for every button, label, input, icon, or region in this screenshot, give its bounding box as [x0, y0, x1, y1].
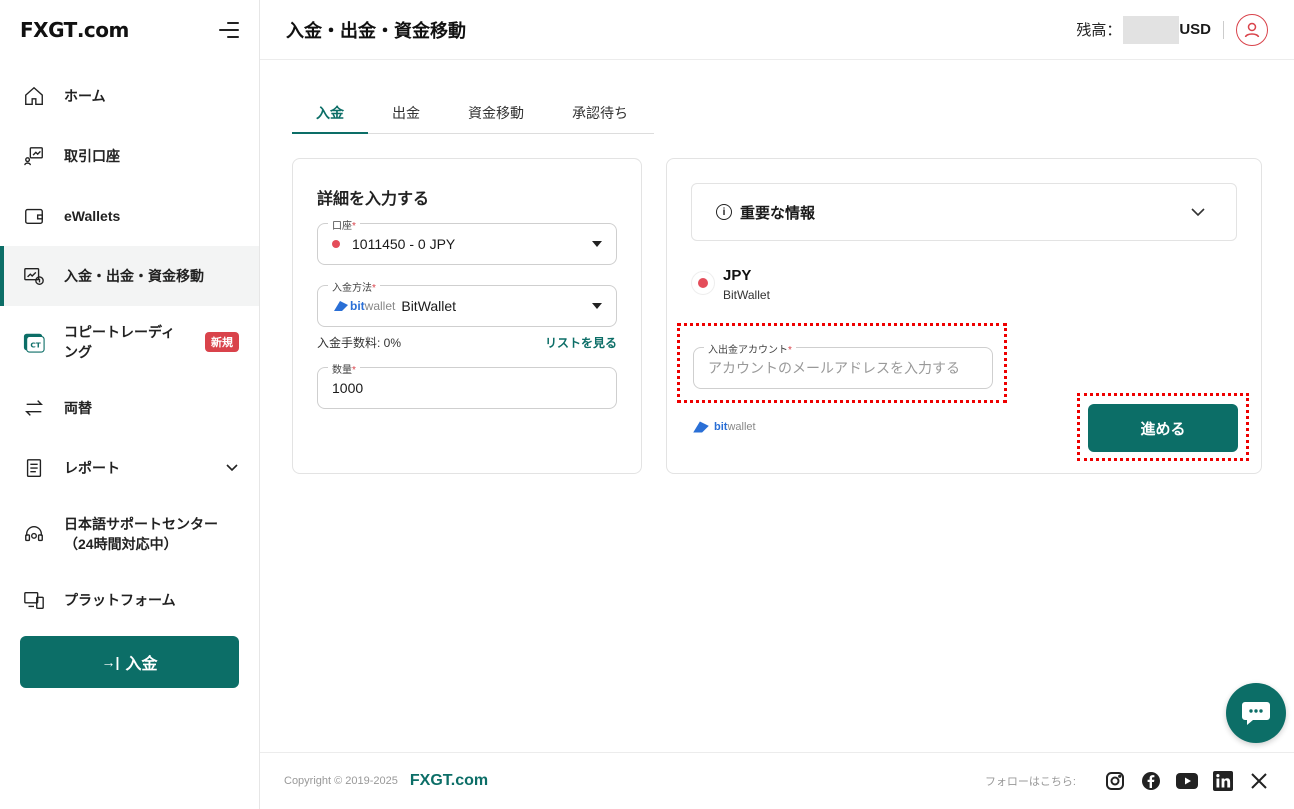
account-field-highlight: 入出金アカウント* — [677, 323, 1007, 403]
platform-icon — [22, 588, 46, 612]
currency-method: BitWallet — [723, 288, 770, 302]
sidebar-deposit-button[interactable]: →| 入金 — [20, 636, 239, 688]
chevron-down-icon[interactable] — [225, 460, 239, 477]
bitwallet-logo-icon — [693, 421, 709, 433]
chat-support-button[interactable] — [1226, 683, 1286, 743]
chat-bubble-icon — [1242, 702, 1270, 725]
balance-currency: USD — [1179, 21, 1211, 38]
fee-row: 入金手数料: 0% リストを見る — [317, 334, 617, 351]
sidebar-item-platform[interactable]: プラットフォーム — [0, 570, 259, 630]
menu-toggle-icon[interactable] — [219, 21, 239, 39]
sidebar-item-exchange[interactable]: 両替 — [0, 378, 259, 438]
social-links: フォローはこちら: — [985, 770, 1270, 792]
sidebar: FXGT.com ホーム 取引口座 eWallets 入金・出金・資金移動 CT… — [0, 0, 260, 809]
chevron-down-icon — [1190, 204, 1206, 225]
balance-value-masked — [1123, 15, 1180, 44]
svg-text:CT: CT — [30, 341, 40, 350]
new-badge: 新規 — [205, 332, 239, 352]
account-email-field[interactable]: 入出金アカウント* — [693, 341, 993, 389]
facebook-icon[interactable] — [1140, 770, 1162, 792]
trading-account-icon — [22, 144, 46, 168]
headset-icon — [22, 522, 46, 546]
copy-trading-icon: CT — [22, 330, 46, 354]
funds-icon — [22, 264, 46, 288]
sidebar-item-copy-trading[interactable]: CT コピートレーディ ング 新規 — [0, 306, 259, 378]
caret-down-icon — [592, 303, 602, 309]
linkedin-icon[interactable] — [1212, 770, 1234, 792]
fxgt-logo[interactable]: FXGT.com — [20, 18, 129, 42]
footer: Copyright © 2019-2025 FXGT.com フォローはこちら: — [260, 752, 1294, 809]
bitwallet-logo-icon: bit wallet — [332, 299, 395, 313]
sidebar-item-trading-account[interactable]: 取引口座 — [0, 126, 259, 186]
currency-dot-icon — [691, 271, 715, 295]
footer-brand-link[interactable]: FXGT.com — [410, 772, 488, 790]
header-right: 残高： USD — [1076, 13, 1268, 46]
exchange-icon — [22, 396, 46, 420]
info-icon: i — [716, 204, 732, 220]
instagram-icon[interactable] — [1104, 770, 1126, 792]
page-title: 入金・出金・資金移動 — [286, 20, 466, 41]
payment-method-select[interactable]: 入金方法* bit wallet BitWallet — [317, 279, 617, 327]
balance-label: 残高： — [1076, 22, 1122, 39]
funds-tabs: 入金 出金 資金移動 承認待ち — [292, 92, 654, 134]
copyright: Copyright © 2019-2025 FXGT.com — [284, 772, 489, 790]
top-header: 入金・出金・資金移動 残高： USD — [260, 0, 1294, 60]
proceed-button-highlight: 進める — [1077, 393, 1249, 461]
tab-withdraw[interactable]: 出金 — [368, 92, 444, 133]
youtube-icon[interactable] — [1176, 770, 1198, 792]
tab-deposit[interactable]: 入金 — [292, 92, 368, 134]
sidebar-item-report[interactable]: レポート — [0, 438, 259, 498]
fee-text: 入金手数料: 0% — [317, 336, 402, 350]
account-status-dot — [332, 240, 340, 248]
wallet-icon — [22, 204, 46, 228]
header-divider — [1223, 20, 1224, 39]
bitwallet-footer-logo: bit wallet — [691, 419, 756, 435]
x-icon[interactable] — [1248, 770, 1270, 792]
deposit-summary-card: i 重要な情報 JPY BitWallet 入出金アカウント* bitwalle… — [666, 158, 1262, 474]
sidebar-nav: ホーム 取引口座 eWallets 入金・出金・資金移動 CT コピートレーディ… — [0, 66, 259, 630]
important-info-accordion[interactable]: i 重要な情報 — [691, 183, 1237, 241]
deposit-details-card: 詳細を入力する 口座* 1011450 - 0 JPY 入金方法* bit wal… — [292, 158, 642, 474]
sidebar-item-ewallets[interactable]: eWallets — [0, 186, 259, 246]
sidebar-item-funds[interactable]: 入金・出金・資金移動 — [0, 246, 259, 306]
currency-code: JPY — [723, 267, 752, 284]
amount-field[interactable]: 数量* 1000 — [317, 361, 617, 409]
report-icon — [22, 456, 46, 480]
sidebar-item-home[interactable]: ホーム — [0, 66, 259, 126]
view-list-link[interactable]: リストを見る — [545, 334, 617, 351]
form-title: 詳細を入力する — [317, 191, 430, 208]
account-select[interactable]: 口座* 1011450 - 0 JPY — [317, 217, 617, 265]
tab-pending[interactable]: 承認待ち — [548, 92, 652, 133]
proceed-button[interactable]: 進める — [1088, 404, 1238, 452]
caret-down-icon — [592, 241, 602, 247]
tab-transfer[interactable]: 資金移動 — [444, 92, 548, 133]
currency-block: JPY BitWallet — [691, 267, 770, 302]
logo-row: FXGT.com — [0, 0, 259, 60]
sign-in-arrow-icon: →| — [101, 654, 120, 670]
account-email-input[interactable] — [708, 360, 978, 376]
sidebar-item-support[interactable]: 日本語サポートセンター （24時間対応中） — [0, 498, 259, 570]
home-icon — [22, 84, 46, 108]
user-avatar-icon[interactable] — [1236, 13, 1268, 46]
